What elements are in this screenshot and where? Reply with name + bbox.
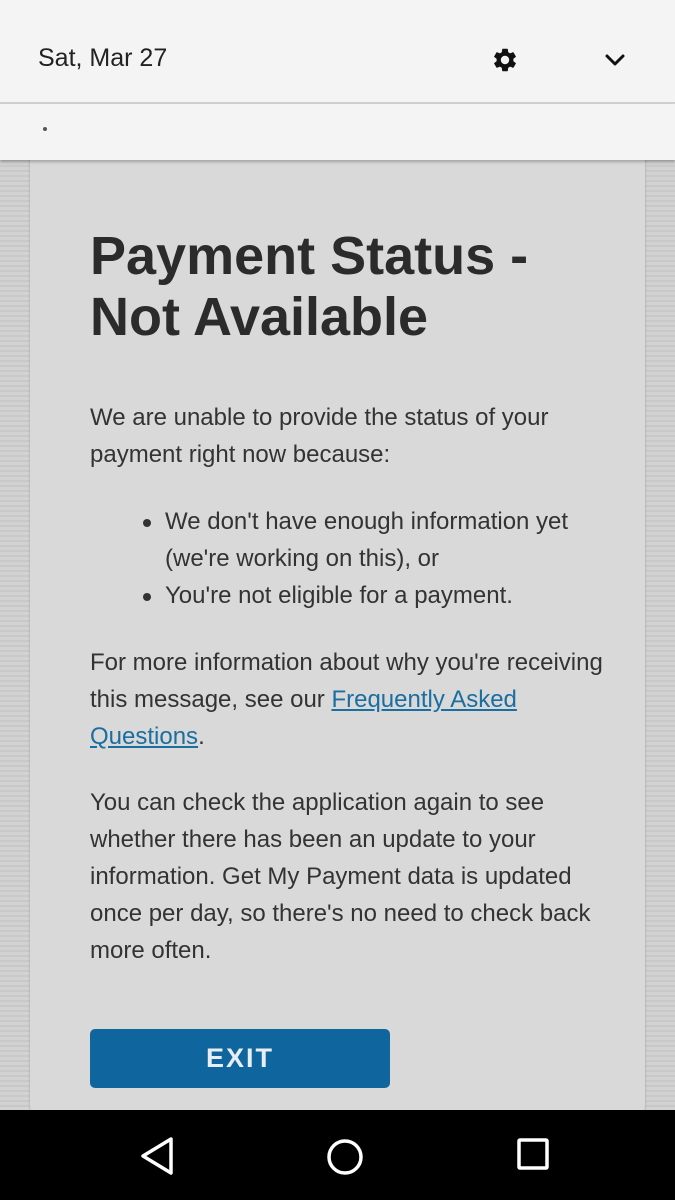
gear-icon[interactable] [491, 46, 519, 74]
list-item: We don't have enough information yet (we… [140, 503, 590, 577]
exit-button[interactable]: EXIT [90, 1029, 390, 1088]
more-info-paragraph: For more information about why you're re… [90, 644, 610, 755]
recents-icon[interactable] [516, 1137, 552, 1173]
list-item: You're not eligible for a payment. [140, 577, 590, 614]
update-note-paragraph: You can check the application again to s… [90, 789, 591, 964]
date-label: Sat, Mar 27 [38, 44, 168, 72]
notification-strip [0, 104, 675, 160]
intro-paragraph: We are unable to provide the status of y… [90, 404, 549, 468]
back-icon[interactable] [138, 1135, 176, 1177]
page-title: Payment Status - Not Available [90, 226, 529, 347]
notification-dot [43, 127, 47, 131]
reason-list: We don't have enough information yet (we… [140, 503, 590, 614]
more-info-suffix: . [198, 723, 205, 750]
notification-shade-header: Sat, Mar 27 [0, 0, 675, 103]
chevron-down-icon[interactable] [603, 48, 627, 72]
home-icon[interactable] [325, 1137, 365, 1177]
